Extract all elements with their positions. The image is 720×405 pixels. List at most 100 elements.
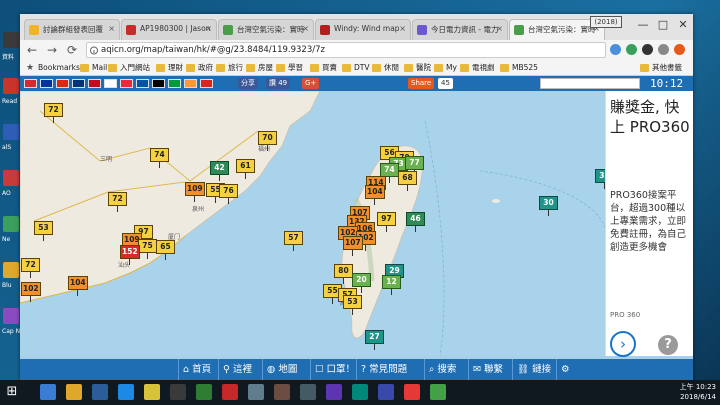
language-flag-icon[interactable] [200, 79, 213, 88]
google-plus-button[interactable]: G+ [302, 78, 320, 89]
reload-button[interactable]: ⟳ [64, 42, 80, 58]
aqi-station-marker[interactable]: 27 [365, 330, 384, 350]
taskbar-app-icon[interactable] [326, 384, 342, 400]
taskbar-app-icon[interactable] [248, 384, 264, 400]
taskbar-app-icon[interactable] [40, 384, 56, 400]
aqi-station-marker[interactable]: 68 [398, 171, 417, 191]
taskbar-app-icon[interactable] [118, 384, 134, 400]
extension-icon[interactable] [642, 44, 653, 55]
bookmark-item[interactable]: DTV [342, 62, 370, 74]
aqi-station-marker[interactable]: 53 [34, 221, 53, 241]
bookmark-item[interactable]: 買賣 [310, 62, 337, 74]
extension-icon[interactable] [658, 44, 669, 55]
taskbar-app-icon[interactable] [92, 384, 108, 400]
bookmark-item[interactable]: My [434, 62, 457, 74]
desktop-icon[interactable]: Cap N [0, 306, 22, 350]
language-flag-icon[interactable] [72, 79, 85, 88]
nav-item[interactable]: ⌕ 搜索 [424, 359, 460, 380]
aqi-station-marker[interactable]: 65 [156, 240, 175, 260]
bookmark-item[interactable]: 入門網站 [108, 62, 150, 74]
desktop-icon[interactable]: Read [0, 76, 22, 120]
tab-close-icon[interactable]: × [108, 24, 115, 33]
facebook-share-button[interactable]: 分享 [238, 78, 258, 89]
taskbar-app-icon[interactable] [378, 384, 394, 400]
browser-tab[interactable]: 台灣空氣污染：實時 × [218, 19, 314, 40]
desktop-icon[interactable]: 資料 [0, 30, 22, 74]
browser-tab[interactable]: AP1980300 | Jason × [121, 19, 217, 40]
site-search-input[interactable] [540, 78, 640, 89]
nav-item[interactable]: ⌂ 首頁 [178, 359, 215, 380]
bookmark-item[interactable]: Mail [80, 62, 107, 74]
bookmark-item[interactable]: 理財 [156, 62, 183, 74]
aqi-station-marker[interactable]: 72 [44, 103, 63, 123]
minimize-button[interactable]: — [633, 16, 653, 34]
back-button[interactable]: ← [24, 42, 40, 58]
aqi-station-marker[interactable]: 57 [284, 231, 303, 251]
close-button[interactable]: ✕ [673, 16, 693, 34]
bookmark-item[interactable]: 其他書籤 [640, 62, 682, 74]
bookmark-item[interactable]: 旅行 [216, 62, 243, 74]
desktop-icon[interactable]: AO [0, 168, 22, 212]
taskbar-app-icon[interactable] [170, 384, 186, 400]
language-flag-icon[interactable] [120, 79, 133, 88]
taskbar-app-icon[interactable] [274, 384, 290, 400]
tab-close-icon[interactable]: × [302, 24, 309, 33]
bookmark-item[interactable]: 政府 [186, 62, 213, 74]
aqi-station-marker[interactable]: 77 [405, 156, 424, 176]
aqi-station-marker[interactable]: 72 [108, 192, 127, 212]
aqi-station-marker[interactable]: 72 [21, 258, 40, 278]
desktop-icon[interactable]: Ne [0, 214, 22, 258]
advertisement-panel[interactable]: 賺獎金, 快上 PRO360 PRO360接案平台，超過300種以上專業需求，立… [605, 91, 693, 357]
taskbar-app-icon[interactable] [300, 384, 316, 400]
maximize-button[interactable]: □ [653, 16, 673, 34]
forward-button[interactable]: → [44, 42, 60, 58]
aqi-station-marker[interactable]: 53 [343, 295, 362, 315]
aqi-station-marker[interactable]: 104 [68, 276, 88, 296]
tab-close-icon[interactable]: × [205, 24, 212, 33]
aqi-station-marker[interactable]: 76 [219, 184, 238, 204]
language-flag-icon[interactable] [168, 79, 181, 88]
aqi-station-marker[interactable]: 70 [258, 131, 277, 151]
bookmark-item[interactable]: 電視劇 [460, 62, 495, 74]
browser-tab[interactable]: 討論群組發表回覆 × [24, 19, 120, 40]
aqi-station-marker[interactable]: 75 [138, 239, 157, 259]
aqi-station-marker[interactable]: 152 [120, 245, 140, 265]
ad-arrow-button[interactable]: › [610, 331, 636, 357]
browser-tab[interactable]: 今日電力資訊 - 電力 × [412, 19, 508, 40]
taskbar-app-icon[interactable] [222, 384, 238, 400]
check-icon[interactable] [626, 44, 637, 55]
help-icon[interactable]: ? [658, 335, 678, 355]
taskbar-app-icon[interactable] [144, 384, 160, 400]
bookmark-item[interactable]: 醫院 [404, 62, 431, 74]
aqi-station-marker[interactable]: 104 [365, 185, 385, 205]
url-field[interactable]: aqicn.org/map/taiwan/hk/#@g/23.8484/119.… [86, 42, 606, 58]
aqi-station-marker[interactable]: 12 [382, 275, 401, 295]
aqi-station-marker[interactable]: 46 [406, 212, 425, 232]
taskbar-app-icon[interactable] [66, 384, 82, 400]
start-icon[interactable]: ⊞ [4, 384, 20, 400]
bookmark-item[interactable]: 房屋 [246, 62, 273, 74]
menu-icon[interactable] [674, 44, 685, 55]
aqi-station-marker[interactable]: 42 [210, 161, 229, 181]
aqi-station-marker[interactable]: 20 [352, 273, 371, 293]
aqi-station-marker[interactable]: 80 [334, 264, 353, 284]
nav-item[interactable]: ⚲ 這裡 [218, 359, 256, 380]
language-flag-icon[interactable] [40, 79, 53, 88]
language-flag-icon[interactable] [136, 79, 149, 88]
bookmark-item[interactable]: 休閒 [372, 62, 399, 74]
language-flag-icon[interactable] [152, 79, 165, 88]
taskbar-app-icon[interactable] [196, 384, 212, 400]
nav-item[interactable]: ✉ 聯繫 [468, 359, 507, 380]
facebook-like-button[interactable]: 讚 49 [266, 78, 291, 89]
share-button[interactable]: Share [408, 78, 435, 89]
tab-close-icon[interactable]: × [496, 24, 503, 33]
bookmark-item[interactable]: MB525 [500, 62, 538, 74]
user-badge[interactable]: (2018) [590, 16, 622, 28]
nav-item[interactable]: ☐ 口罩！ [310, 359, 359, 380]
language-flag-icon[interactable] [184, 79, 197, 88]
browser-tab[interactable]: Windy: Wind map × [315, 19, 411, 40]
desktop-icon[interactable]: Blu [0, 260, 22, 304]
desktop-icon[interactable]: alS [0, 122, 22, 166]
aqi-map[interactable]: 福州厦门泉州臺北臺中高雄汕头三明漳州 [20, 91, 605, 356]
nav-item[interactable]: ⛓ 鏈接 [512, 359, 555, 380]
